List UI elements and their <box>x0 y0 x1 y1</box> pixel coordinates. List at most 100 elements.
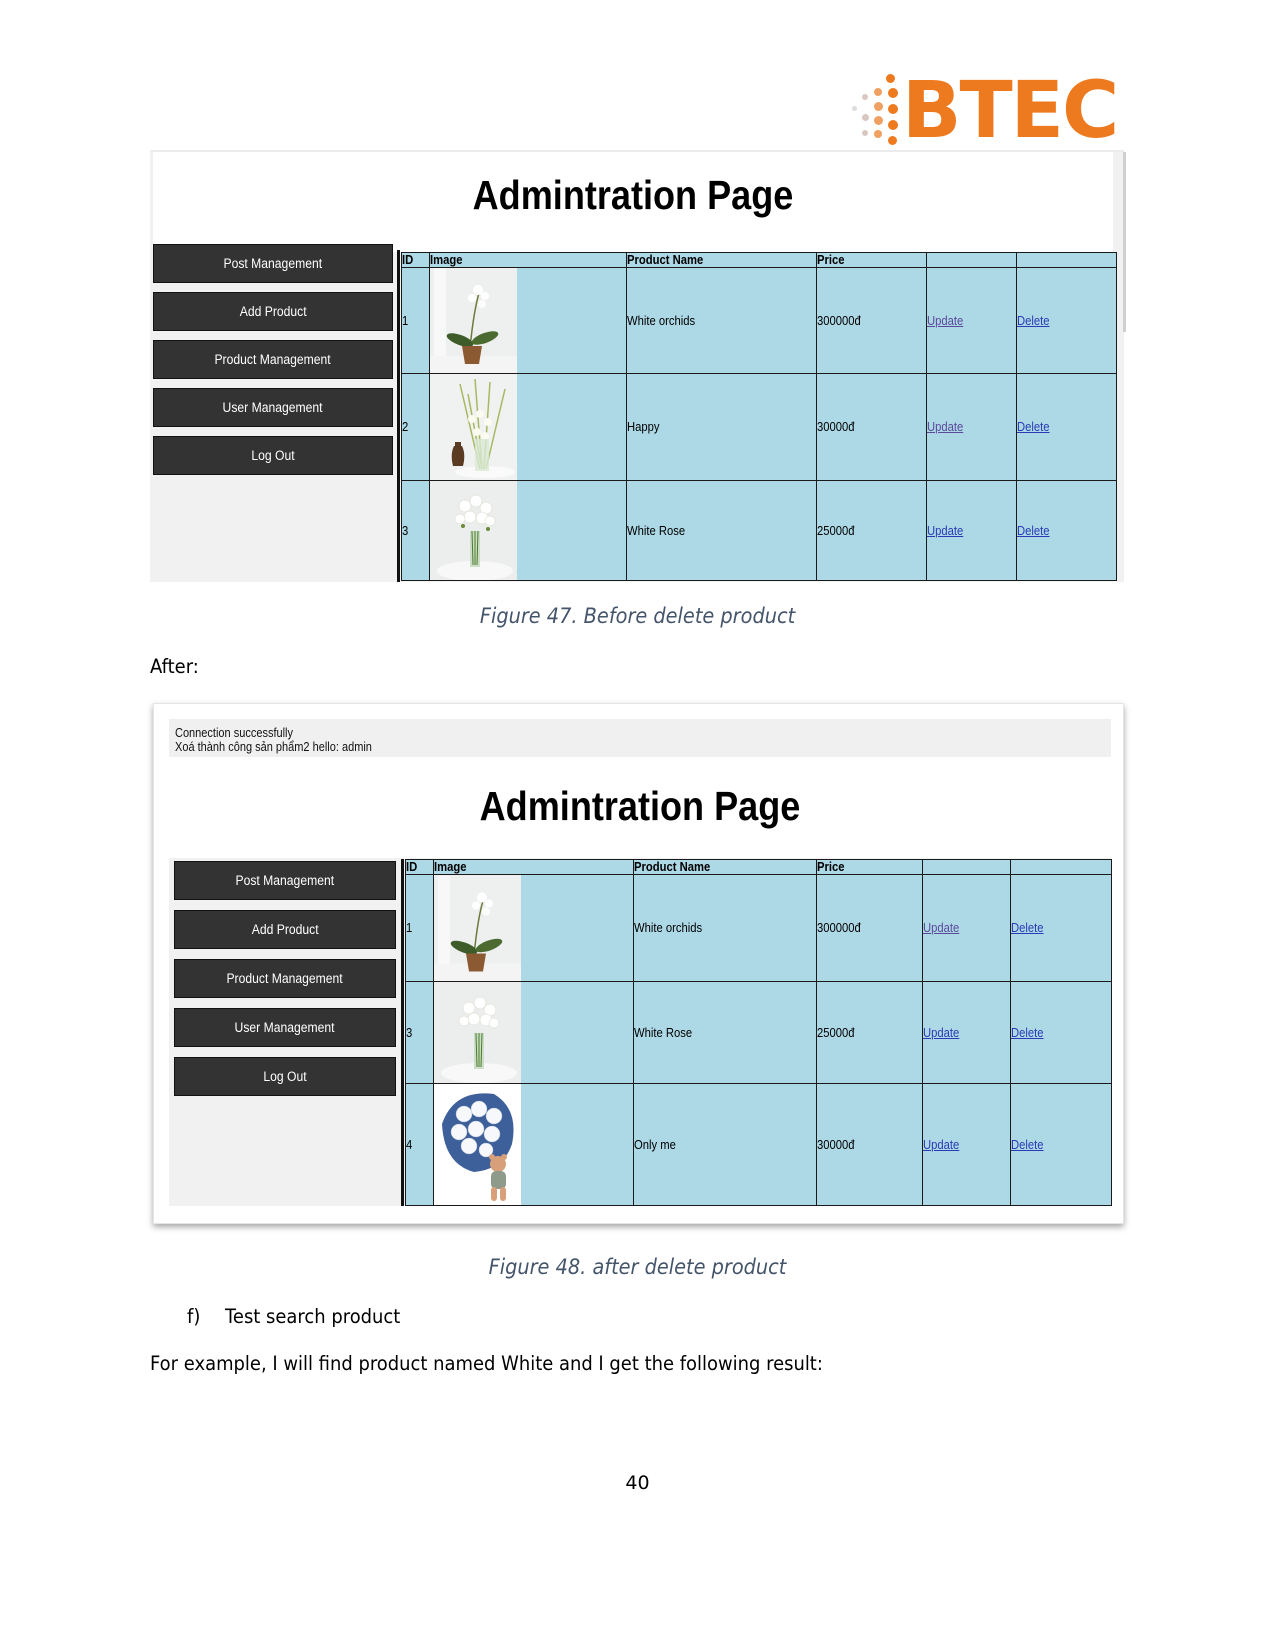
cell-delete: Delete <box>1010 1083 1112 1206</box>
gladiolus-vase-image <box>430 374 517 480</box>
cell-price: 25000đ <box>816 480 927 581</box>
table-left-border <box>401 859 404 1206</box>
table-row: 1 White orchids 300000đ Update Delete <box>405 874 1112 982</box>
after-label: After: <box>150 655 199 678</box>
figure-47-caption: Figure 47. Before delete product <box>479 604 796 628</box>
cell-id: 1 <box>401 267 430 374</box>
cell-update: Update <box>926 373 1017 481</box>
col-header-delete <box>1010 859 1112 875</box>
page-title: Admintration Page <box>472 172 794 218</box>
cell-update: Update <box>926 267 1017 374</box>
figure-48-caption: Figure 48. after delete product <box>488 1255 787 1279</box>
section-heading: Test search product <box>225 1305 401 1328</box>
update-link[interactable]: Update <box>927 420 963 434</box>
col-header-image: Image <box>433 859 634 875</box>
delete-link[interactable]: Delete <box>1011 1026 1044 1040</box>
cell-delete: Delete <box>1016 480 1117 581</box>
orchid-pot-image <box>434 875 521 981</box>
cell-product-name: White orchids <box>626 267 817 374</box>
cell-update: Update <box>926 480 1017 581</box>
cell-delete: Delete <box>1016 267 1117 374</box>
title-area: Admintration Page <box>153 152 1113 252</box>
cell-delete: Delete <box>1016 373 1117 481</box>
cell-update: Update <box>922 1083 1011 1206</box>
update-link[interactable]: Update <box>927 524 963 538</box>
table-header-row: ID Image Product Name Price <box>401 252 1117 268</box>
logo-dots-icon <box>850 72 900 154</box>
screenshot-after-delete: Connection successfully Xoá thành công s… <box>153 703 1124 1224</box>
white-rose-vase-image <box>430 481 517 580</box>
product-management-button[interactable]: Product Management <box>153 340 393 379</box>
logo-text: BTEC <box>902 66 1119 156</box>
product-table: ID Image Product Name Price 1 White orch… <box>401 252 1117 581</box>
screenshot-before-delete: Admintration Page Post Management Add Pr… <box>150 150 1126 582</box>
cell-update: Update <box>922 874 1011 982</box>
update-link[interactable]: Update <box>923 1026 959 1040</box>
user-management-button[interactable]: User Management <box>174 1008 396 1047</box>
col-header-product-name: Product Name <box>626 252 817 268</box>
col-header-price: Price <box>816 252 927 268</box>
update-link[interactable]: Update <box>927 314 963 328</box>
cell-image <box>429 480 627 581</box>
cell-image <box>429 373 627 481</box>
cell-price: 30000đ <box>816 373 927 481</box>
cell-image <box>433 981 634 1084</box>
table-row: 3 White Rose 25000đ Update Delete <box>405 981 1112 1084</box>
col-header-id: ID <box>405 859 434 875</box>
product-table: ID Image Product Name Price 1 White orch… <box>405 859 1112 1206</box>
white-rose-vase-image <box>434 982 521 1083</box>
cell-product-name: Happy <box>626 373 817 481</box>
cell-product-name: White Rose <box>626 480 817 581</box>
cell-price: 25000đ <box>816 981 923 1084</box>
col-header-id: ID <box>401 252 430 268</box>
add-product-button[interactable]: Add Product <box>174 910 396 949</box>
cell-product-name: White Rose <box>633 981 817 1084</box>
col-header-price: Price <box>816 859 923 875</box>
cell-price: 300000đ <box>816 267 927 374</box>
product-management-button[interactable]: Product Management <box>174 959 396 998</box>
post-management-button[interactable]: Post Management <box>174 861 396 900</box>
section-marker: f) <box>187 1305 201 1328</box>
table-row: 1 White orchids 300000đ Update Delete <box>401 267 1117 374</box>
table-row: 4 Only me 30000đ Update Delete <box>405 1083 1112 1206</box>
col-header-delete <box>1016 252 1117 268</box>
col-header-image: Image <box>429 252 627 268</box>
delete-success-message: Xoá thành công sản phẩm2 hello: admin <box>175 740 372 754</box>
bouquet-teddy-image <box>434 1084 521 1205</box>
user-management-button[interactable]: User Management <box>153 388 393 427</box>
cell-delete: Delete <box>1010 874 1112 982</box>
cell-id: 2 <box>401 373 430 481</box>
table-row: 2 Happy 30000đ Update Delete <box>401 373 1117 481</box>
delete-link[interactable]: Delete <box>1017 314 1050 328</box>
btec-logo: BTEC <box>850 70 1119 154</box>
post-management-button[interactable]: Post Management <box>153 244 393 283</box>
cell-image <box>429 267 627 374</box>
scrollbar-edge <box>1123 152 1126 332</box>
delete-link[interactable]: Delete <box>1017 524 1050 538</box>
paragraph: For example, I will find product named W… <box>150 1352 823 1375</box>
orchid-pot-image <box>430 268 517 373</box>
page-number: 40 <box>625 1472 650 1494</box>
update-link[interactable]: Update <box>923 1138 959 1152</box>
log-out-button[interactable]: Log Out <box>153 436 393 475</box>
cell-image <box>433 874 634 982</box>
delete-link[interactable]: Delete <box>1011 921 1044 935</box>
app-window: Connection successfully Xoá thành công s… <box>169 719 1112 1206</box>
cell-update: Update <box>922 981 1011 1084</box>
cell-price: 300000đ <box>816 874 923 982</box>
add-product-button[interactable]: Add Product <box>153 292 393 331</box>
status-messages: Connection successfully Xoá thành công s… <box>169 719 1111 757</box>
col-header-update <box>922 859 1011 875</box>
table-header-row: ID Image Product Name Price <box>405 859 1112 875</box>
connection-message: Connection successfully <box>175 726 294 740</box>
delete-link[interactable]: Delete <box>1017 420 1050 434</box>
delete-link[interactable]: Delete <box>1011 1138 1044 1152</box>
cell-image <box>433 1083 634 1206</box>
page-title: Admintration Page <box>479 783 801 829</box>
col-header-update <box>926 252 1017 268</box>
cell-product-name: Only me <box>633 1083 817 1206</box>
update-link[interactable]: Update <box>923 921 959 935</box>
cell-delete: Delete <box>1010 981 1112 1084</box>
cell-id: 4 <box>405 1083 434 1206</box>
log-out-button[interactable]: Log Out <box>174 1057 396 1096</box>
